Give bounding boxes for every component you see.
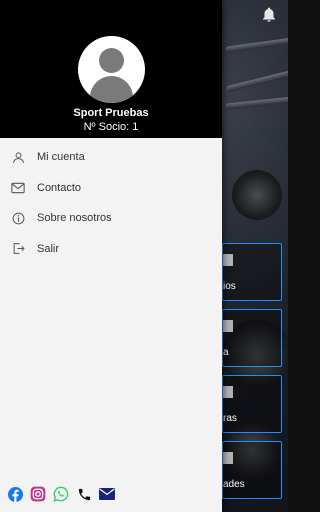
info-icon — [11, 211, 25, 225]
instagram-icon[interactable] — [30, 486, 46, 502]
navigation-drawer: Sport Pruebas Nº Socio: 1 Mi cuenta Cont… — [0, 0, 222, 512]
bell-icon[interactable] — [260, 6, 278, 24]
menu-item-contacto[interactable]: Contacto — [0, 173, 222, 204]
facebook-icon[interactable] — [7, 486, 23, 502]
menu-item-label: Mi cuenta — [37, 151, 85, 164]
background-pipe — [225, 69, 288, 93]
tile-label: ras — [223, 413, 237, 424]
avatar[interactable] — [78, 36, 145, 103]
drawer-header: Sport Pruebas Nº Socio: 1 — [0, 0, 222, 138]
background-equipment — [232, 170, 282, 220]
tile-icon — [223, 254, 233, 266]
email-icon[interactable] — [99, 486, 115, 502]
home-tile[interactable]: ios — [222, 243, 282, 301]
menu-item-salir[interactable]: Salir — [0, 234, 222, 265]
whatsapp-icon[interactable] — [53, 486, 69, 502]
menu-item-sobre-nosotros[interactable]: Sobre nosotros — [0, 203, 222, 234]
member-number: Nº Socio: 1 — [83, 121, 139, 133]
drawer-menu: Mi cuenta Contacto Sobre nosotros Salir — [0, 142, 222, 264]
background-pipe — [224, 37, 288, 53]
logout-icon — [11, 242, 25, 256]
user-name: Sport Pruebas — [73, 107, 149, 119]
menu-item-label: Contacto — [37, 181, 82, 194]
tile-icon — [223, 320, 233, 332]
social-links — [7, 485, 122, 503]
mail-icon — [11, 181, 25, 195]
tile-label: ades — [223, 479, 245, 490]
background-pipe — [224, 96, 288, 110]
avatar-body — [90, 76, 133, 103]
home-tile[interactable]: a — [222, 309, 282, 367]
menu-item-label: Sobre nosotros — [37, 212, 112, 225]
menu-item-label: Salir — [37, 242, 60, 255]
tile-icon — [223, 386, 233, 398]
user-icon — [11, 150, 25, 164]
tile-icon — [223, 452, 233, 464]
tile-label: a — [223, 347, 229, 358]
home-tile[interactable]: ras — [222, 375, 282, 433]
home-tile[interactable]: ades — [222, 441, 282, 499]
phone-icon[interactable] — [76, 486, 92, 502]
tile-label: ios — [223, 281, 236, 292]
avatar-head — [99, 48, 124, 73]
menu-item-mi-cuenta[interactable]: Mi cuenta — [0, 142, 222, 173]
